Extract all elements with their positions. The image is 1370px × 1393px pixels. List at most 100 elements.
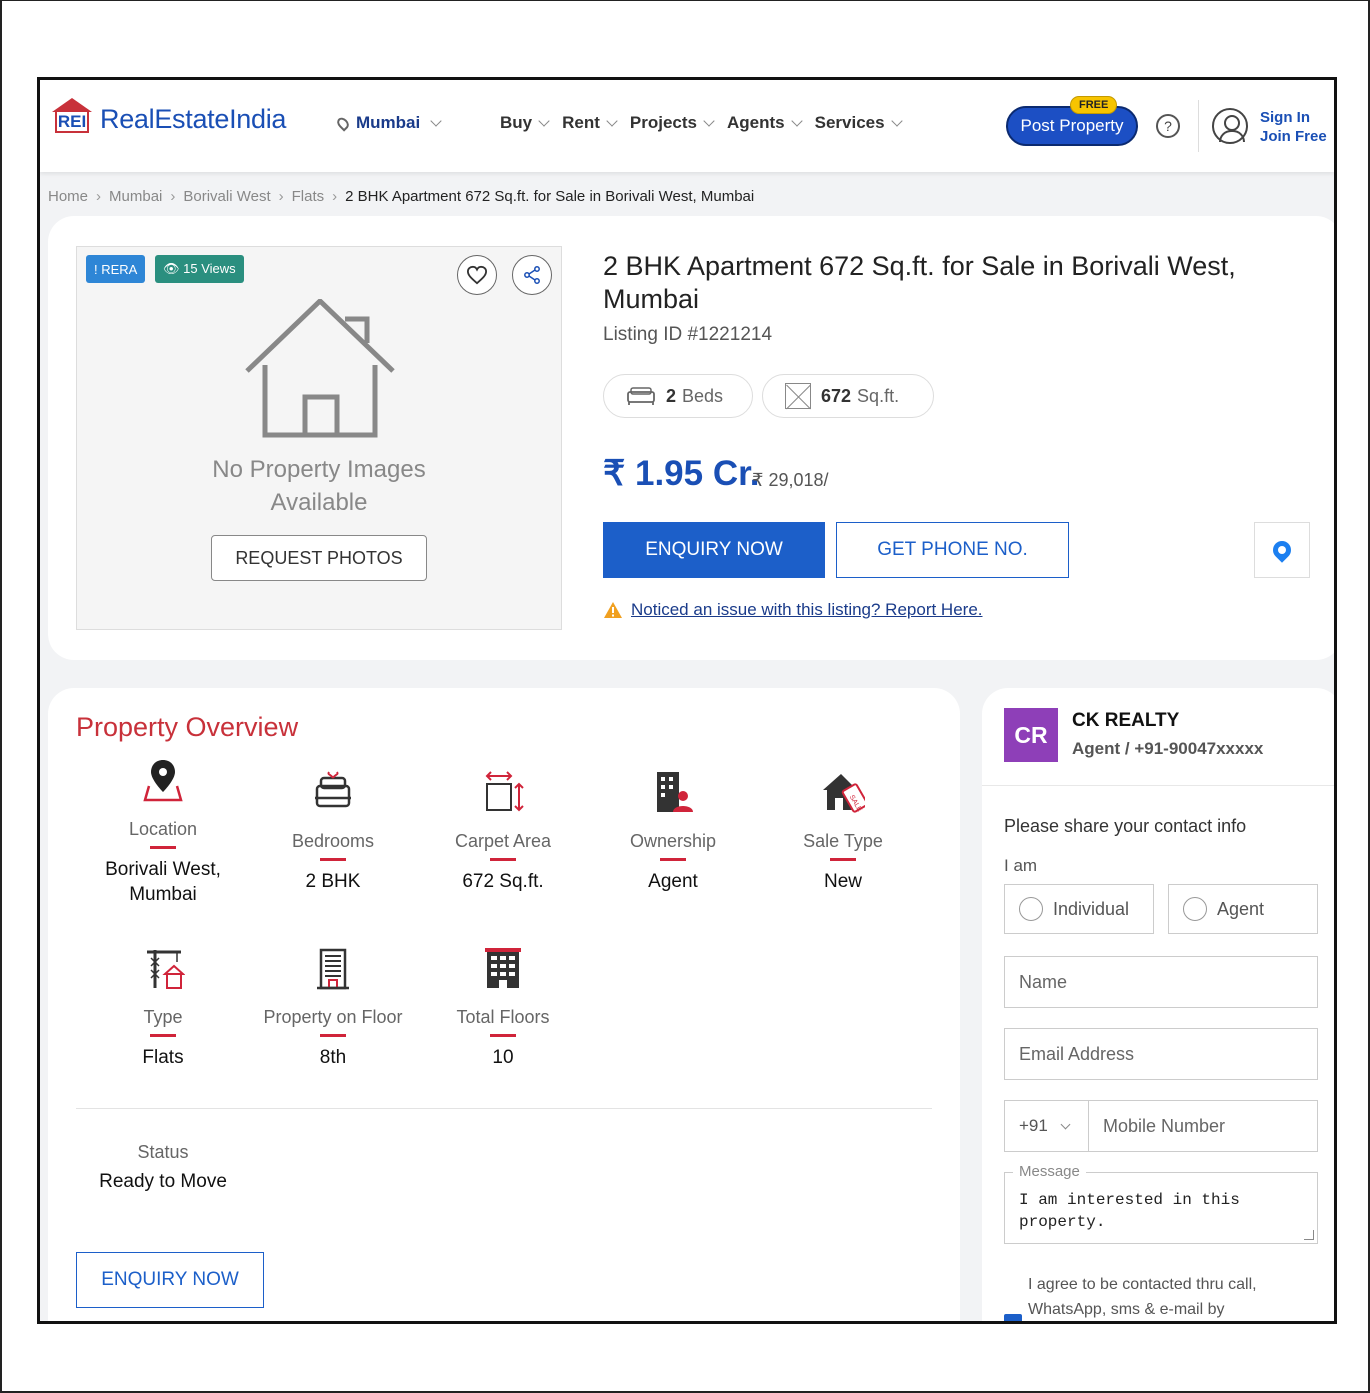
phone-input-row: +91 Mobile Number (1004, 1100, 1318, 1152)
nav-buy[interactable]: Buy (500, 113, 550, 133)
nav-agents-label: Agents (727, 113, 785, 132)
overview-label: Bedrooms (291, 831, 375, 851)
help-icon[interactable]: ? (1156, 114, 1180, 138)
overview-title: Property Overview (76, 712, 299, 742)
nav-rent-label: Rent (562, 113, 600, 132)
agent-contact-card: CR CK REALTY Agent / +91-90047xxxxx Plea… (982, 688, 1334, 1321)
overview-carpet-area: Carpet Area 672 Sq.ft. (418, 768, 588, 894)
overview-label: Carpet Area (454, 831, 552, 851)
city-selector[interactable]: Mumbai (334, 113, 442, 133)
map-button[interactable] (1254, 522, 1310, 578)
mobile-input[interactable]: Mobile Number (1089, 1101, 1317, 1151)
auth-links: Sign In Join Free (1260, 108, 1327, 146)
radio-individual[interactable]: Individual (1004, 884, 1154, 934)
breadcrumb-home[interactable]: Home (48, 188, 88, 205)
overview-sale-type: SALE Sale Type New (758, 768, 928, 894)
sign-in-link[interactable]: Sign In (1260, 108, 1327, 127)
nav-agents[interactable]: Agents (727, 113, 803, 133)
price-per-sqft: ₹ 29,018/ (752, 470, 829, 490)
overview-value: 8th (319, 1047, 347, 1068)
chevron-down-icon (703, 115, 715, 127)
radio-individual-label: Individual (1053, 898, 1130, 919)
overview-value: Flats (142, 1047, 184, 1068)
overview-divider-bar (150, 846, 176, 849)
message-textarea[interactable]: Message I am interested in this property… (1004, 1163, 1318, 1244)
request-photos-button[interactable]: REQUEST PHOTOS (211, 535, 427, 581)
consent-text: I agree to be contacted thru call, Whats… (1028, 1276, 1257, 1318)
location-pin-icon (143, 760, 183, 802)
bed-icon (315, 771, 351, 808)
overview-enquiry-button[interactable]: ENQUIRY NOW (76, 1252, 264, 1308)
breadcrumb-mumbai[interactable]: Mumbai (109, 188, 162, 205)
i-am-label: I am (1004, 856, 1038, 875)
consent-checkbox[interactable] (1004, 1314, 1022, 1321)
join-free-link[interactable]: Join Free (1260, 127, 1327, 146)
construction-icon (147, 950, 186, 989)
site-logo[interactable]: REI RealEstateIndia (50, 98, 286, 134)
overview-ownership: Ownership Agent (588, 768, 758, 894)
breadcrumb-separator-icon: › (170, 188, 176, 205)
logo-mark-icon: REI (50, 98, 92, 134)
area-icon (485, 771, 524, 812)
favorite-button[interactable] (457, 255, 497, 295)
get-phone-button[interactable]: GET PHONE NO. (836, 522, 1069, 578)
breadcrumb-current: 2 BHK Apartment 672 Sq.ft. for Sale in B… (345, 188, 755, 205)
overview-label: Sale Type (803, 831, 883, 851)
nav-services-label: Services (814, 113, 885, 132)
chevron-down-icon (538, 115, 550, 127)
price: ₹ 1.95 Cr. (603, 454, 760, 493)
area-label: Sq.ft. (857, 385, 900, 406)
breadcrumb-borivali-west[interactable]: Borivali West (183, 188, 270, 205)
enquiry-now-button[interactable]: ENQUIRY NOW (603, 522, 825, 578)
overview-location: Location Borivali West, Mumbai (78, 756, 248, 907)
area-value: 672 (821, 385, 852, 406)
area-icon (785, 383, 811, 409)
user-account-icon[interactable] (1212, 108, 1248, 144)
house-outline-icon (245, 299, 395, 438)
nav-services[interactable]: Services (814, 113, 903, 133)
resize-handle-icon[interactable] (1304, 1230, 1314, 1240)
no-images-line1: No Property Images (212, 456, 426, 483)
share-button[interactable] (512, 255, 552, 295)
beds-value: 2 (666, 385, 677, 406)
city-label: Mumbai (356, 113, 421, 132)
overview-divider-bar (490, 1034, 516, 1037)
message-legend: Message (1013, 1163, 1086, 1180)
no-images-text: No Property Images Available (77, 453, 561, 519)
listing-title: 2 BHK Apartment 672 Sq.ft. for Sale in B… (603, 251, 1236, 314)
views-badge: 👁 15 Views (155, 255, 244, 283)
email-input[interactable]: Email Address (1004, 1028, 1318, 1080)
country-code-value: +91 (1019, 1116, 1048, 1135)
breadcrumb-separator-icon: › (278, 188, 284, 205)
main-nav: Buy Rent Projects Agents Services (500, 113, 903, 133)
overview-label: Location (128, 819, 198, 839)
breadcrumb-separator-icon: › (332, 188, 338, 205)
bed-icon (627, 387, 655, 405)
agent-header: CR CK REALTY Agent / +91-90047xxxxx (982, 688, 1334, 786)
nav-rent[interactable]: Rent (562, 113, 618, 133)
chevron-down-icon (890, 115, 903, 127)
overview-status: Status Ready to Move (78, 1142, 248, 1193)
ownership-icon (657, 772, 693, 812)
post-property-button[interactable]: Post Property (1006, 106, 1138, 146)
contact-form-title: Please share your contact info (1004, 816, 1247, 836)
country-code-select[interactable]: +91 (1005, 1101, 1089, 1151)
nav-projects[interactable]: Projects (630, 113, 715, 133)
radio-agent[interactable]: Agent (1168, 884, 1318, 934)
free-badge: FREE (1070, 96, 1118, 114)
breadcrumb-flats[interactable]: Flats (292, 188, 325, 205)
beds-pill: 2 Beds (603, 374, 753, 418)
overview-label: Ownership (629, 831, 717, 851)
agent-name: CK REALTY (1072, 710, 1180, 731)
area-pill: 672 Sq.ft. (762, 374, 934, 418)
overview-divider (76, 1108, 932, 1109)
property-image-placeholder: ! RERA 👁 15 Views No Property Images Ava… (76, 246, 562, 630)
report-issue-link[interactable]: Noticed an issue with this listing? Repo… (631, 600, 983, 620)
report-issue: Noticed an issue with this listing? Repo… (603, 600, 983, 620)
overview-label: Total Floors (456, 1007, 550, 1027)
overview-value: Borivali West, Mumbai (105, 859, 221, 905)
name-input[interactable]: Name (1004, 956, 1318, 1008)
browser-viewport: REI RealEstateIndia Mumbai Buy Rent Proj… (37, 77, 1337, 1324)
overview-value: 10 (492, 1047, 514, 1068)
logo-mark-text: REI (55, 111, 89, 133)
